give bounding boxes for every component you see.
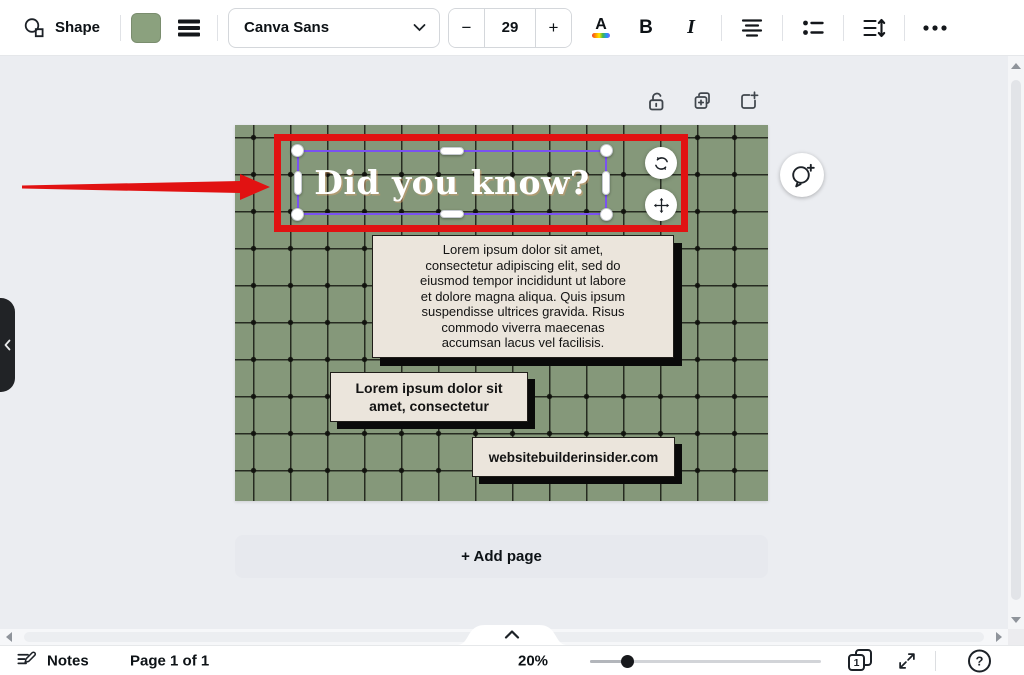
grid-view-button[interactable]: 1 xyxy=(848,649,874,673)
font-family-selector[interactable]: Canva Sans xyxy=(228,8,440,48)
move-icon xyxy=(653,197,670,214)
font-size-value[interactable]: 29 xyxy=(484,9,536,47)
notes-label: Notes xyxy=(47,652,89,669)
collapse-panel-tab[interactable] xyxy=(0,298,15,392)
toolbar: Shape Canva Sans − 29 xyxy=(0,0,1024,56)
add-page-icon-button[interactable] xyxy=(736,89,760,113)
help-button[interactable]: ? xyxy=(968,649,991,672)
more-options-button[interactable] xyxy=(917,10,953,46)
stroke-style-icon xyxy=(177,18,201,38)
fullscreen-icon xyxy=(896,650,918,672)
design-website-card[interactable]: websitebuilderinsider.com xyxy=(472,437,675,477)
canva-editor: Shape Canva Sans − 29 xyxy=(0,0,1024,675)
zoom-percent[interactable]: 20% xyxy=(518,652,548,669)
selection-handle-bottom-right[interactable] xyxy=(600,208,613,221)
text-align-button[interactable] xyxy=(734,10,770,46)
text-color-button[interactable]: A xyxy=(583,10,619,46)
scrollbar-corner xyxy=(1008,629,1024,645)
duplicate-icon xyxy=(691,90,714,113)
add-page-button[interactable]: + Add page xyxy=(235,535,768,578)
selection-handle-left[interactable] xyxy=(294,171,302,195)
vertical-scrollbar-thumb[interactable] xyxy=(1011,80,1021,600)
fullscreen-button[interactable] xyxy=(896,650,918,672)
selection-handle-top-left[interactable] xyxy=(291,144,304,157)
bold-button[interactable]: B xyxy=(628,10,664,46)
divider xyxy=(904,15,905,41)
shape-tool-button[interactable]: Shape xyxy=(12,8,110,48)
scroll-left-arrow-icon[interactable] xyxy=(6,632,12,642)
line-spacing-button[interactable] xyxy=(856,10,892,46)
selection-handle-right[interactable] xyxy=(602,171,610,195)
divider xyxy=(217,15,218,41)
unlock-icon xyxy=(645,90,668,113)
scroll-up-arrow-icon[interactable] xyxy=(1011,63,1021,69)
divider xyxy=(120,15,121,41)
text-color-icon: A xyxy=(595,17,607,32)
fill-color-swatch[interactable] xyxy=(131,13,161,43)
canvas-area: Did you know? Lorem ipsum dolor sit amet… xyxy=(0,56,1024,645)
shape-icon xyxy=(22,16,46,40)
scroll-right-arrow-icon[interactable] xyxy=(996,632,1002,642)
zoom-slider[interactable] xyxy=(590,654,821,668)
rainbow-bar-icon xyxy=(592,33,610,38)
vertical-scrollbar[interactable] xyxy=(1008,56,1024,629)
duplicate-page-button[interactable] xyxy=(690,89,714,113)
page-stack-badge: 1 xyxy=(848,654,865,671)
font-size-increase-button[interactable]: + xyxy=(536,9,571,47)
add-page-icon xyxy=(737,90,760,113)
bulleted-list-icon xyxy=(801,17,825,39)
selection-handle-top[interactable] xyxy=(440,147,464,155)
font-family-value: Canva Sans xyxy=(244,19,329,36)
divider xyxy=(935,651,936,671)
selection-handle-bottom-left[interactable] xyxy=(291,208,304,221)
scroll-down-arrow-icon[interactable] xyxy=(1011,617,1021,623)
divider xyxy=(843,15,844,41)
stroke-style-button[interactable] xyxy=(171,10,207,46)
bulleted-list-button[interactable] xyxy=(795,10,831,46)
notes-icon xyxy=(15,649,38,672)
selection-handle-top-right[interactable] xyxy=(600,144,613,157)
notes-button[interactable]: Notes xyxy=(15,649,89,672)
shape-label: Shape xyxy=(55,19,100,36)
lock-button[interactable] xyxy=(644,89,668,113)
align-center-icon xyxy=(740,16,764,40)
zoom-slider-thumb[interactable] xyxy=(621,655,634,668)
italic-button[interactable]: I xyxy=(673,10,709,46)
chevron-left-icon xyxy=(4,339,11,351)
add-comment-button[interactable] xyxy=(780,153,824,197)
design-paragraph-card[interactable]: Lorem ipsum dolor sit amet, consectetur … xyxy=(372,235,674,358)
format-group: A B I xyxy=(583,10,953,46)
divider xyxy=(721,15,722,41)
selection-box[interactable] xyxy=(297,150,607,215)
ellipsis-icon xyxy=(922,24,948,32)
page-actions xyxy=(644,89,760,113)
line-spacing-icon xyxy=(862,17,886,39)
design-caption-card[interactable]: Lorem ipsum dolor sit amet, consectetur xyxy=(330,372,528,422)
status-bar: Notes Page 1 of 1 20% 1 xyxy=(0,645,1024,675)
selection-handle-bottom[interactable] xyxy=(440,210,464,218)
comment-plus-icon xyxy=(789,162,815,188)
divider xyxy=(782,15,783,41)
page-indicator: Page 1 of 1 xyxy=(130,652,209,669)
rotate-button[interactable] xyxy=(645,147,677,179)
rotate-icon xyxy=(653,155,670,172)
move-button[interactable] xyxy=(645,189,677,221)
font-size-stepper: − 29 + xyxy=(448,8,572,48)
font-size-decrease-button[interactable]: − xyxy=(449,9,484,47)
page-stack-icon: 1 xyxy=(848,649,874,672)
expand-tab-shape xyxy=(457,624,567,645)
chevron-down-icon xyxy=(413,23,426,32)
expand-panel-tab[interactable] xyxy=(457,624,567,645)
